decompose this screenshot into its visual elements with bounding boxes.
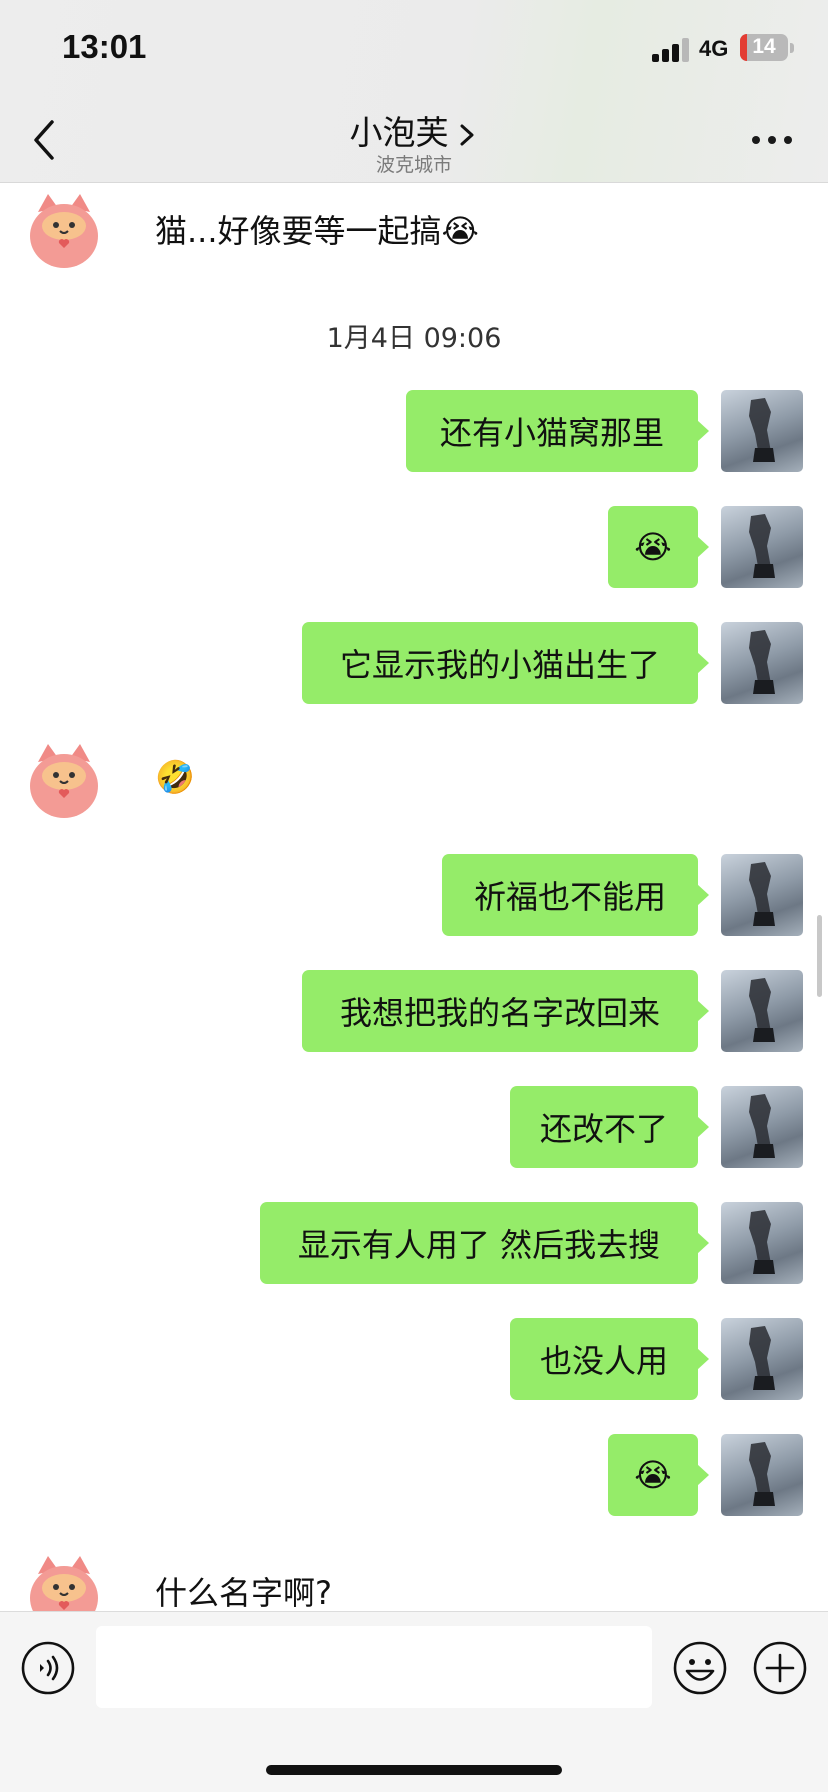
- message-bubble[interactable]: 它显示我的小猫出生了: [302, 622, 709, 704]
- message-bubble[interactable]: 还改不了: [510, 1086, 709, 1168]
- my-avatar[interactable]: [721, 854, 803, 936]
- self-photo-icon: [749, 1094, 775, 1158]
- my-avatar[interactable]: [721, 1202, 803, 1284]
- more-functions-button[interactable]: [752, 1640, 808, 1696]
- network-type: 4G: [699, 36, 729, 61]
- contact-avatar[interactable]: [24, 192, 104, 272]
- message-bubble[interactable]: 还有小猫窝那里: [406, 390, 709, 472]
- self-photo-icon: [749, 978, 775, 1042]
- emoji-icon: [673, 1641, 727, 1695]
- status-time: 13:01: [62, 28, 147, 65]
- emoji-button[interactable]: [672, 1640, 728, 1696]
- battery-icon: 14: [740, 34, 788, 61]
- my-avatar[interactable]: [721, 1434, 803, 1516]
- self-photo-icon: [749, 1210, 775, 1274]
- message-bubble[interactable]: 祈福也不能用: [442, 854, 709, 936]
- battery-tip: [790, 43, 794, 53]
- message-bubble[interactable]: 也没人用: [510, 1318, 709, 1400]
- voice-input-button[interactable]: [20, 1640, 76, 1696]
- navigation-bar: 13:01 4G 14 小泡芙 波克城市: [0, 0, 828, 183]
- contact-avatar[interactable]: [24, 742, 104, 822]
- more-dot: [784, 136, 792, 144]
- more-dot: [768, 136, 776, 144]
- self-photo-icon: [749, 630, 775, 694]
- chat-subtitle: 波克城市: [375, 154, 452, 176]
- scrollbar[interactable]: [817, 915, 822, 997]
- chevron-right-icon: [460, 124, 473, 145]
- my-avatar[interactable]: [721, 970, 803, 1052]
- message-timestamp: 1月4日 09:06: [326, 323, 502, 354]
- my-avatar[interactable]: [721, 622, 803, 704]
- my-avatar[interactable]: [721, 1086, 803, 1168]
- message-text[interactable]: 猫...好像要等一起搞😭: [155, 206, 479, 252]
- chat-title-button[interactable]: 小泡芙: [0, 106, 828, 154]
- self-photo-icon: [749, 1326, 775, 1390]
- message-bubble[interactable]: 😭: [608, 506, 709, 588]
- self-photo-icon: [749, 398, 775, 462]
- cat-avatar-icon: [30, 194, 98, 268]
- chat-title: 小泡芙: [349, 113, 449, 152]
- cat-avatar-icon: [30, 744, 98, 818]
- battery-level: 14: [752, 35, 776, 58]
- home-indicator[interactable]: [266, 1765, 562, 1775]
- self-photo-icon: [749, 862, 775, 926]
- self-photo-icon: [749, 1442, 775, 1506]
- message-bubble[interactable]: 😭: [608, 1434, 709, 1516]
- message-text[interactable]: 什么名字啊?: [155, 1568, 332, 1612]
- my-avatar[interactable]: [721, 506, 803, 588]
- my-avatar[interactable]: [721, 390, 803, 472]
- chat-history[interactable]: 猫...好像要等一起搞😭 1月4日 09:06 还有小猫窝那里 😭 它显示我的小…: [0, 184, 828, 1612]
- my-avatar[interactable]: [721, 1318, 803, 1400]
- message-bubble[interactable]: 显示有人用了 然后我去搜: [260, 1202, 709, 1284]
- plus-icon: [753, 1641, 807, 1695]
- voice-icon: [21, 1641, 75, 1695]
- self-photo-icon: [749, 514, 775, 578]
- more-options-button[interactable]: [752, 136, 792, 146]
- more-dots-icon: [752, 136, 760, 144]
- message-bubble[interactable]: 我想把我的名字改回来: [302, 970, 709, 1052]
- cellular-signal-icon: [652, 38, 690, 62]
- message-input[interactable]: [96, 1626, 652, 1708]
- cat-avatar-icon: [30, 1556, 98, 1612]
- message-text[interactable]: 🤣: [155, 758, 195, 796]
- contact-avatar[interactable]: [24, 1554, 104, 1612]
